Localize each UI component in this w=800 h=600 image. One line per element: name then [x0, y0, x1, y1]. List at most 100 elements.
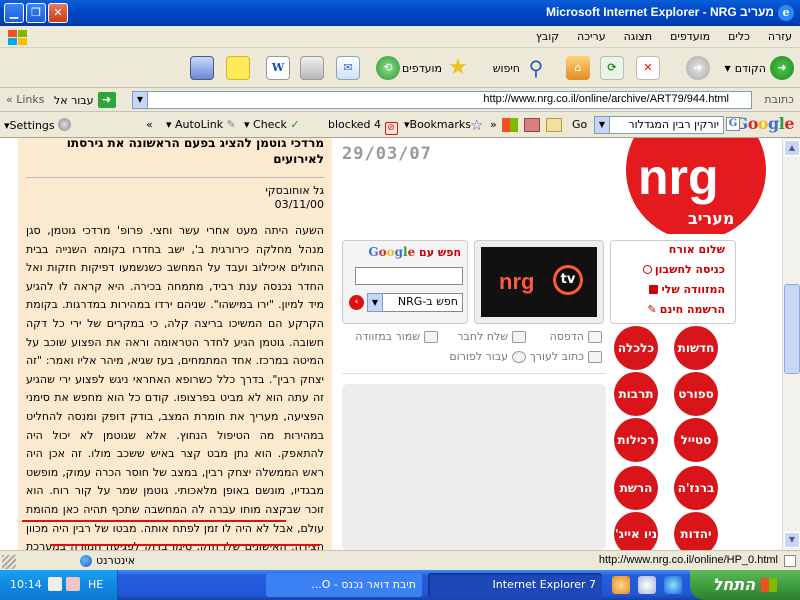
write-editor-link[interactable]: כתוב לעורך — [530, 350, 602, 363]
category-economy[interactable]: כלכלה — [614, 326, 658, 370]
edit-button[interactable]: W — [266, 54, 290, 82]
start-button[interactable]: התחל — [690, 570, 800, 600]
research-button[interactable] — [190, 54, 214, 82]
vertical-scrollbar[interactable]: ▲ ▼ — [782, 138, 800, 550]
notes-button[interactable] — [226, 54, 250, 82]
popup-blocker[interactable]: blocked 4 ⊘ — [328, 118, 398, 135]
search-button[interactable]: ⚲ חיפוש — [493, 54, 548, 82]
spell-check-button[interactable]: ▾ Check ✓ — [244, 118, 300, 131]
forum-icon — [512, 350, 526, 363]
menu-view[interactable]: תצוגה — [624, 30, 652, 43]
category-branja[interactable]: ברנז'ה — [674, 466, 718, 510]
address-input[interactable]: http://www.nrg.co.il/online/archive/ART7… — [132, 91, 752, 109]
print-link[interactable]: הדפסה — [550, 330, 602, 343]
google-search-input[interactable]: יורקין רבין המגדלור — [594, 116, 724, 134]
quicklaunch-media-icon[interactable] — [612, 576, 630, 594]
scroll-down-icon[interactable]: ▼ — [784, 532, 800, 548]
settings-icon — [58, 118, 72, 131]
menu-file[interactable]: קובץ — [536, 30, 559, 43]
maximize-button[interactable]: ❐ — [26, 3, 46, 23]
category-web[interactable]: הרשת — [614, 466, 658, 510]
search-select-dropdown-icon[interactable]: ▼ — [367, 293, 383, 312]
page-icon — [784, 555, 796, 567]
search-go-icon[interactable]: ‹ — [349, 295, 364, 310]
forum-link[interactable]: עבור לפורום — [449, 350, 526, 363]
go-arrow-icon: ➜ — [97, 92, 116, 108]
minimize-button[interactable]: ▁ — [4, 3, 24, 23]
settings-button[interactable]: ▾Settings — [4, 118, 72, 132]
links-label[interactable]: « Links — [6, 93, 45, 106]
google-toolbar-item-icon[interactable] — [524, 118, 540, 132]
status-url: http://www.nrg.co.il/online/HP_0.html — [598, 554, 778, 566]
user-greeting: שלום אורח — [669, 243, 725, 256]
bookmarks-button[interactable]: ▾Bookmarks — [404, 118, 471, 131]
go-button[interactable]: ➜ עבור אל — [54, 92, 116, 108]
refresh-button[interactable]: ⟳ — [600, 54, 624, 82]
autolink-label: AutoLink — [175, 118, 224, 131]
category-style[interactable]: סטייל — [674, 418, 718, 462]
google-more-icon[interactable]: » — [490, 118, 497, 131]
security-zone: אינטרנט — [80, 554, 135, 567]
send-friend-link[interactable]: שלח לחבר — [457, 330, 526, 343]
google-search-dropdown-icon[interactable]: ▼ — [594, 116, 610, 134]
forward-button[interactable]: ➜ — [686, 54, 710, 82]
blocked-label: blocked 4 — [328, 118, 382, 131]
menu-favorites[interactable]: מועדפים — [670, 30, 710, 43]
history-button[interactable]: ⟲ — [376, 54, 400, 82]
google-toolbar: Google יורקין רבין המגדלור ▼ G Go » ☆ ▾B… — [0, 112, 800, 138]
search-google-logo: Google — [368, 245, 416, 259]
nrg-maariv-logo[interactable]: nrg מעריב — [616, 138, 776, 234]
google-logo[interactable]: Google — [735, 114, 795, 133]
nrg-tv-banner[interactable]: nrg tv — [474, 240, 604, 324]
back-button[interactable]: ➜ הקודם ▼ — [725, 54, 794, 82]
my-suitcase-link[interactable]: המזוודה שלי — [649, 283, 725, 296]
tray-antivirus-icon[interactable] — [66, 577, 80, 591]
quicklaunch-desktop-icon[interactable] — [638, 576, 656, 594]
google-go-button[interactable]: Go — [572, 118, 587, 131]
quicklaunch-ie-icon[interactable] — [664, 576, 682, 594]
site-search-input[interactable] — [355, 267, 463, 285]
login-link[interactable]: כניסה לחשבון — [642, 263, 725, 276]
category-new-age[interactable]: ניו אייג' — [614, 512, 658, 550]
user-greeting-text: שלום אורח — [668, 243, 725, 256]
tray-network-icon[interactable] — [48, 577, 62, 591]
scroll-thumb[interactable] — [784, 284, 800, 374]
category-sport[interactable]: ספורט — [674, 372, 718, 416]
favorites-button[interactable]: ★ מועדפים — [402, 54, 470, 82]
bookmark-star-icon[interactable]: ☆ — [470, 116, 483, 134]
menu-help[interactable]: עזרה — [768, 30, 792, 43]
save-suitcase-link[interactable]: שמור במזוודה — [355, 330, 438, 343]
google-more-left-icon[interactable]: « — [146, 118, 153, 131]
category-news[interactable]: חדשות — [674, 326, 718, 370]
history-icon: ⟲ — [376, 56, 400, 80]
address-dropdown-icon[interactable]: ▼ — [132, 91, 148, 109]
close-button[interactable]: ✕ — [48, 3, 68, 23]
home-button[interactable]: ⌂ — [566, 54, 590, 82]
back-label: הקודם — [734, 61, 766, 75]
send-label: שלח לחבר — [457, 330, 508, 343]
google-g-icon[interactable]: G — [726, 117, 740, 131]
print-label: הדפסה — [549, 330, 584, 343]
resize-grip-icon[interactable] — [2, 555, 16, 569]
mail-button[interactable]: ✉ — [336, 54, 360, 82]
language-indicator[interactable]: HE — [88, 578, 103, 591]
autolink-button[interactable]: ▾ AutoLink ✎ — [166, 118, 236, 131]
google-windows-icon[interactable] — [502, 118, 518, 132]
category-culture[interactable]: תרבות — [614, 372, 658, 416]
stop-button[interactable]: ✕ — [636, 54, 660, 82]
register-link[interactable]: הרשמה חינם ✎ — [647, 303, 725, 316]
back-arrow-icon: ➜ — [686, 56, 710, 80]
address-label: כתובת — [764, 93, 794, 106]
menu-tools[interactable]: כלים — [728, 30, 750, 43]
taskbar-ie-button[interactable]: Internet Explorer 7 — [428, 573, 602, 597]
page-content: מרדכי גוטמן להציג בפעם הראשונה את גירסתו… — [0, 138, 782, 550]
standard-toolbar: ➜ הקודם ▼ ➜ ✕ ⟳ ⌂ ⚲ חיפוש ★ מועדפים ⟲ ✉ … — [0, 48, 800, 88]
google-news-icon[interactable] — [546, 118, 562, 132]
category-judaism[interactable]: יהדות — [674, 512, 718, 550]
search-box-title: חפש עם Google — [368, 245, 461, 259]
menu-edit[interactable]: עריכה — [577, 30, 606, 43]
scroll-up-icon[interactable]: ▲ — [784, 140, 800, 156]
taskbar-outlook-button[interactable]: תיבת דואר נכנס - O... — [266, 573, 422, 597]
print-button[interactable] — [300, 54, 324, 82]
category-gossip[interactable]: רכילות — [614, 418, 658, 462]
